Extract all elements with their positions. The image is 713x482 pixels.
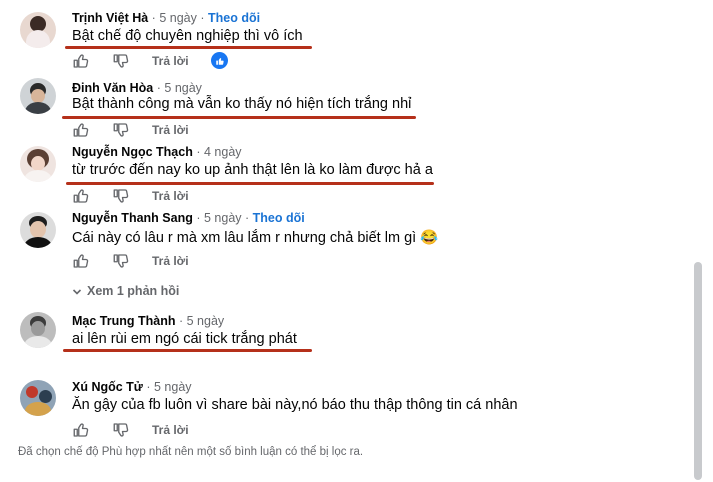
avatar[interactable] [20,380,56,416]
author-name[interactable]: Trịnh Việt Hà [72,11,148,25]
separator-dot: · [146,380,151,394]
comment-meta: Nguyễn Ngọc Thạch · 4 ngày [72,145,242,159]
avatar-figure [31,321,45,336]
annotation-underline [65,46,312,49]
comment-meta: Mạc Trung Thành · 5 ngày [72,314,224,328]
comment-time[interactable]: 5 ngày [204,211,242,225]
avatar-figure [31,89,45,103]
annotation-underline [63,349,312,352]
avatar-figure [31,156,45,171]
comment-text: ai lên rùi em ngó cái tick trắng phát [72,331,297,347]
view-replies-button[interactable]: Xem 1 phản hồi [72,284,179,298]
author-name[interactable]: Xú Ngốc Tử [72,380,143,394]
separator-dot: · [196,211,201,225]
comment-text-body: Cái này có lâu r mà xm lâu lắm r nhưng c… [72,230,417,246]
thumbs-down-icon[interactable] [112,187,130,205]
avatar[interactable] [20,312,56,348]
view-replies-label: Xem 1 phản hồi [87,284,180,298]
filter-notice: Đã chọn chế độ Phù hợp nhất nên một số b… [18,446,364,458]
author-name[interactable]: Mạc Trung Thành [72,314,175,328]
avatar[interactable] [20,78,56,114]
author-name[interactable]: Nguyễn Ngọc Thạch [72,145,193,159]
comment-item: Nguyễn Ngọc Thạch · 4 ngày từ trước đến … [0,140,690,206]
comment-item: Xú Ngốc Tử · 5 ngày Ăn gậy của fb luôn v… [0,372,690,442]
avatar[interactable] [20,12,56,48]
comment-actions: Trả lời [72,121,212,139]
author-name[interactable]: Đinh Văn Hòa [72,81,153,95]
separator-dot: · [196,145,201,159]
chevron-down-icon [72,289,82,295]
thumbs-up-icon [215,57,224,65]
comment-text: Bật thành công mà vẫn ko thấy nó hiện tí… [72,96,412,112]
comment-meta: Trịnh Việt Hà · 5 ngày · Theo dõi [72,11,260,25]
annotation-underline [66,182,434,185]
comment-meta: Đinh Văn Hòa · 5 ngày [72,81,202,95]
comment-item: Mạc Trung Thành · 5 ngày ai lên rùi em n… [0,306,690,372]
comment-time[interactable]: 4 ngày [204,145,242,159]
comment-time[interactable]: 5 ngày [154,380,192,394]
avatar[interactable] [20,146,56,182]
comment-actions: Trả lời [72,52,242,70]
separator-dot: · [200,11,205,25]
separator-dot: · [245,211,250,225]
avatar-figure [30,221,46,238]
thumbs-up-icon[interactable] [72,121,90,139]
comment-item: Trịnh Việt Hà · 5 ngày · Theo dõi Bật ch… [0,0,690,70]
thumbs-down-icon[interactable] [112,121,130,139]
comment-actions: Trả lời [72,421,212,439]
comment-actions: Trả lời [72,252,212,270]
scrollbar-thumb[interactable] [694,262,702,480]
comment-meta: Nguyễn Thanh Sang · 5 ngày · Theo dõi [72,211,305,225]
reply-button[interactable]: Trả lời [152,254,189,268]
avatar-figure [24,336,52,348]
comment-time[interactable]: 5 ngày [187,314,225,328]
avatar[interactable] [20,212,56,248]
comment-text: Ăn gậy của fb luôn vì share bài này,nó b… [72,397,518,413]
comment-text: Cái này có lâu r mà xm lâu lắm r nhưng c… [72,229,438,246]
avatar-figure [25,102,51,114]
separator-dot: · [156,81,161,95]
reply-button[interactable]: Trả lời [152,123,189,137]
thumbs-down-icon[interactable] [112,52,130,70]
author-name[interactable]: Nguyễn Thanh Sang [72,211,193,225]
laughing-emoji-icon: 😂 [420,230,439,246]
separator-dot: · [178,314,184,328]
separator-dot: · [151,11,156,25]
comment-item: Nguyễn Thanh Sang · 5 ngày · Theo dõi Cá… [0,206,690,280]
avatar-figure [24,237,52,248]
avatar-figure [26,30,50,48]
comment-time[interactable]: 5 ngày [159,11,197,25]
reply-button[interactable]: Trả lời [152,423,189,437]
comment-text: Bật chế độ chuyên nghiệp thì vô ích [72,28,303,44]
comment-meta: Xú Ngốc Tử · 5 ngày [72,380,192,394]
thumbs-down-icon[interactable] [112,252,130,270]
comment-text: từ trước đến nay ko up ảnh thật lên là k… [72,162,433,178]
comment-time[interactable]: 5 ngày [164,81,202,95]
thumbs-up-icon[interactable] [72,187,90,205]
avatar-figure [39,390,52,403]
follow-link[interactable]: Theo dõi [253,211,305,225]
like-reaction-icon[interactable] [211,52,228,69]
thumbs-up-icon[interactable] [72,252,90,270]
avatar-figure [25,402,51,416]
follow-link[interactable]: Theo dõi [208,11,260,25]
reply-button[interactable]: Trả lời [152,54,189,68]
thumbs-down-icon[interactable] [112,421,130,439]
thumbs-up-icon[interactable] [72,421,90,439]
annotation-underline [62,116,416,119]
reply-button[interactable]: Trả lời [152,189,189,203]
avatar-figure [26,386,38,398]
comment-item: Đinh Văn Hòa · 5 ngày Bật thành công mà … [0,70,690,140]
avatar-figure [24,170,52,182]
thumbs-up-icon[interactable] [72,52,90,70]
comment-actions: Trả lời [72,187,212,205]
